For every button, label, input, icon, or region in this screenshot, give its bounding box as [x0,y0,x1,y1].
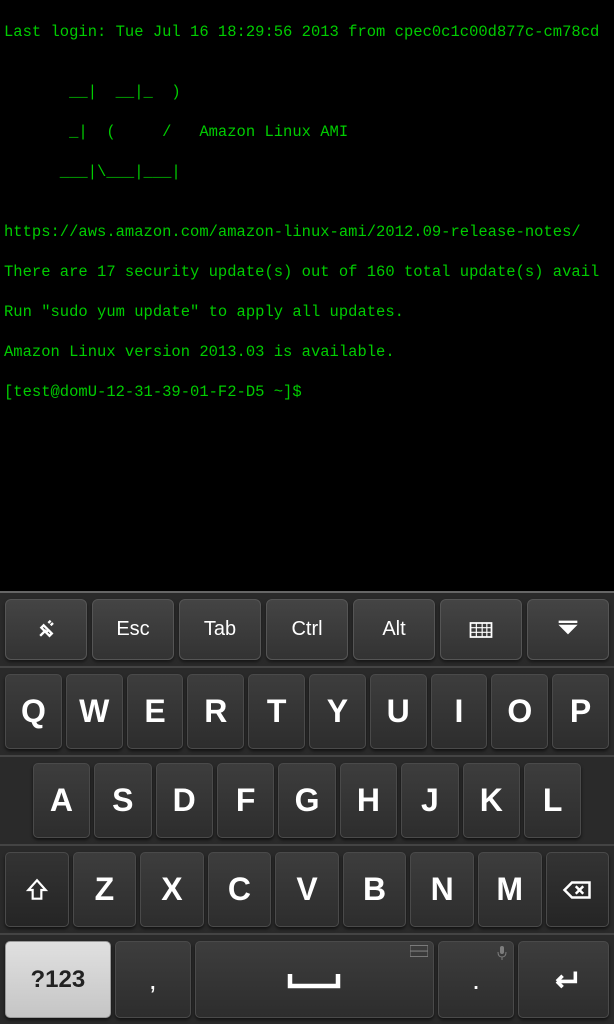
backspace-key[interactable] [546,852,610,927]
mic-mini-icon [496,945,508,964]
keyboard-row-4: ?123 , . [0,935,614,1024]
terminal-line: There are 17 security update(s) out of 1… [4,262,610,282]
key-z[interactable]: Z [73,852,137,927]
terminal-line: Amazon Linux version 2013.03 is availabl… [4,342,610,362]
hide-keyboard-button[interactable] [527,599,609,660]
symbols-key[interactable]: ?123 [5,941,111,1018]
key-t[interactable]: T [248,674,305,749]
key-k[interactable]: K [463,763,520,838]
enter-key[interactable] [518,941,609,1018]
terminal-line: Last login: Tue Jul 16 18:29:56 2013 fro… [4,22,610,42]
key-q[interactable]: Q [5,674,62,749]
terminal-line: __| __|_ ) [4,82,610,102]
tab-key[interactable]: Tab [179,599,261,660]
key-f[interactable]: F [217,763,274,838]
shift-key[interactable] [5,852,69,927]
key-v[interactable]: V [275,852,339,927]
key-d[interactable]: D [156,763,213,838]
key-h[interactable]: H [340,763,397,838]
connect-button[interactable] [5,599,87,660]
key-g[interactable]: G [278,763,335,838]
terminal-line: https://aws.amazon.com/amazon-linux-ami/… [4,222,610,242]
key-a[interactable]: A [33,763,90,838]
key-w[interactable]: W [66,674,123,749]
key-l[interactable]: L [524,763,581,838]
key-i[interactable]: I [431,674,488,749]
key-m[interactable]: M [478,852,542,927]
key-y[interactable]: Y [309,674,366,749]
key-b[interactable]: B [343,852,407,927]
terminal-output[interactable]: Last login: Tue Jul 16 18:29:56 2013 fro… [0,0,614,518]
terminal-prompt: [test@domU-12-31-39-01-F2-D5 ~]$ [4,382,610,402]
keyboard-row-3: Z X C V B N M [0,846,614,935]
space-key[interactable] [195,941,434,1018]
terminal-line: Run "sudo yum update" to apply all updat… [4,302,610,322]
enter-icon [547,963,581,997]
keyboard-row-2: A S D F G H J K L [0,757,614,846]
esc-key[interactable]: Esc [92,599,174,660]
key-n[interactable]: N [410,852,474,927]
key-c[interactable]: C [208,852,272,927]
period-key[interactable]: . [438,941,514,1018]
keyboard-grid-icon [467,616,495,644]
key-x[interactable]: X [140,852,204,927]
alt-key[interactable]: Alt [353,599,435,660]
comma-key[interactable]: , [115,941,191,1018]
terminal-line: ___|\___|___| [4,162,610,182]
chevron-down-icon [554,616,582,644]
terminal-line: _| ( / Amazon Linux AMI [4,122,610,142]
ctrl-key[interactable]: Ctrl [266,599,348,660]
keyboard-row-1: Q W E R T Y U I O P [0,668,614,757]
space-icon [284,968,344,992]
key-p[interactable]: P [552,674,609,749]
key-r[interactable]: R [187,674,244,749]
key-j[interactable]: J [401,763,458,838]
backspace-icon [562,875,592,905]
keyboard-mini-icon [410,945,428,960]
shift-icon [24,877,50,903]
keyboard-layout-button[interactable] [440,599,522,660]
key-o[interactable]: O [491,674,548,749]
plug-icon [32,616,60,644]
virtual-keyboard: Esc Tab Ctrl Alt Q W E R T Y U I O P A S… [0,591,614,1024]
keyboard-toolbar: Esc Tab Ctrl Alt [0,593,614,668]
key-u[interactable]: U [370,674,427,749]
key-s[interactable]: S [94,763,151,838]
key-e[interactable]: E [127,674,184,749]
